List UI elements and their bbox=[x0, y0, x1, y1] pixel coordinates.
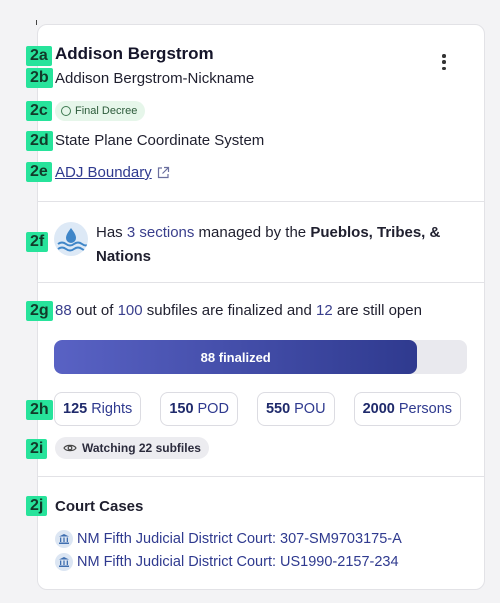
stat-persons-button[interactable]: 2000 Persons bbox=[353, 392, 462, 426]
water-icon bbox=[54, 222, 88, 256]
stat-pod-button[interactable]: 150 POD bbox=[160, 392, 238, 426]
annotation-label-2d: 2d bbox=[26, 131, 53, 151]
annotation-label-2j: 2j bbox=[26, 496, 48, 516]
circle-status-icon bbox=[61, 106, 71, 116]
annotation-label-2g: 2g bbox=[26, 301, 53, 321]
annotation-label-2e: 2e bbox=[26, 162, 52, 182]
courthouse-icon bbox=[55, 530, 73, 548]
more-vertical-icon[interactable] bbox=[437, 52, 451, 72]
court-case-link[interactable]: NM Fifth Judicial District Court: US1990… bbox=[55, 552, 399, 572]
annotation-label-2b: 2b bbox=[26, 68, 53, 88]
finalized-progress-bar: 88 finalized bbox=[54, 340, 467, 374]
finalized-count: 88 bbox=[55, 302, 72, 319]
court-case-label: NM Fifth Judicial District Court: US1990… bbox=[77, 554, 399, 570]
annotation-label-2h: 2h bbox=[26, 400, 53, 420]
subfiles-summary: 88 out of 100 subfiles are finalized and… bbox=[55, 302, 422, 319]
annotation-label-2i: 2i bbox=[26, 439, 48, 459]
open-count: 12 bbox=[316, 302, 333, 319]
annotation-label-2f: 2f bbox=[26, 232, 49, 252]
progress-label: 88 finalized bbox=[200, 349, 271, 365]
section-divider bbox=[37, 201, 485, 202]
stat-rights-button[interactable]: 125 Rights bbox=[54, 392, 142, 426]
section-divider bbox=[37, 476, 485, 477]
adj-boundary-link[interactable]: ADJ Boundary bbox=[55, 164, 170, 181]
courthouse-icon bbox=[55, 553, 73, 571]
owner-nickname: Addison Bergstrom-Nickname bbox=[55, 70, 255, 87]
eye-icon bbox=[63, 444, 77, 452]
owner-name: Addison Bergstrom bbox=[55, 44, 214, 63]
stat-pou-button[interactable]: 550 POU bbox=[256, 392, 335, 426]
sections-count: 3 sections bbox=[126, 224, 195, 241]
court-case-label: NM Fifth Judicial District Court: 307-SM… bbox=[77, 531, 402, 547]
external-link-icon bbox=[157, 166, 169, 178]
court-case-link[interactable]: NM Fifth Judicial District Court: 307-SM… bbox=[55, 529, 402, 549]
watching-chip[interactable]: Watching 22 subfiles bbox=[55, 437, 209, 459]
adj-boundary-link-label: ADJ Boundary bbox=[55, 164, 152, 181]
annotation-label-2c: 2c bbox=[26, 101, 52, 121]
management-summary: Has 3 sections managed by the Pueblos, T… bbox=[96, 224, 441, 265]
court-cases-heading: Court Cases bbox=[55, 498, 144, 515]
status-badge: Final Decree bbox=[55, 101, 146, 121]
total-count: 100 bbox=[117, 302, 143, 319]
stats-row: 125 Rights 150 POD 550 POU 2000 Persons bbox=[54, 392, 462, 426]
finalized-progress-fill: 88 finalized bbox=[54, 340, 418, 374]
watching-label: Watching 22 subfiles bbox=[82, 441, 201, 455]
corner-tick-mark bbox=[36, 20, 37, 25]
coordinate-system: State Plane Coordinate System bbox=[55, 132, 265, 149]
status-badge-label: Final Decree bbox=[75, 105, 138, 117]
annotation-label-2a: 2a bbox=[26, 46, 52, 66]
section-divider bbox=[37, 282, 485, 283]
